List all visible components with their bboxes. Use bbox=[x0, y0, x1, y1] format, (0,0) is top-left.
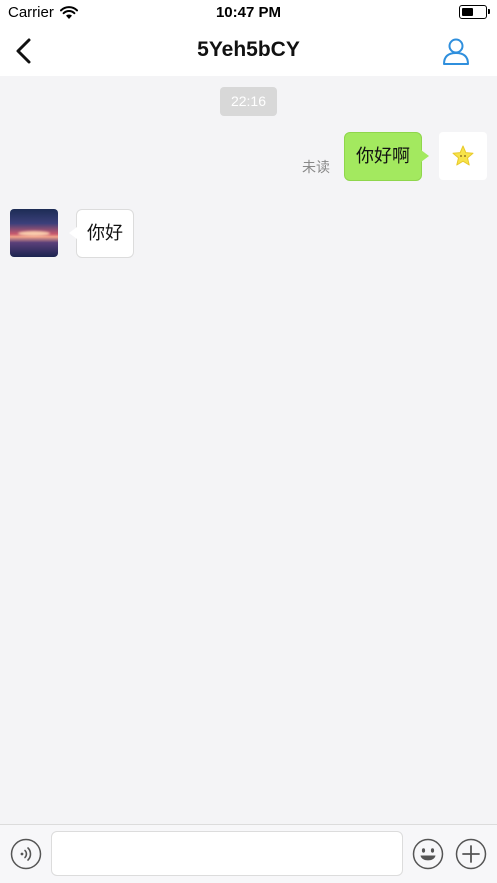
contact-avatar[interactable] bbox=[10, 209, 58, 257]
message-list[interactable]: 22:16 未读 你好啊 你好 bbox=[0, 76, 497, 824]
input-bar bbox=[0, 824, 497, 883]
status-bar: Carrier 10:47 PM bbox=[0, 0, 497, 26]
chat-screen: Carrier 10:47 PM 5Yeh5bCY 22:16 未读 你好啊 你… bbox=[0, 0, 497, 883]
back-chevron-icon[interactable] bbox=[10, 36, 40, 66]
star-icon bbox=[452, 145, 474, 166]
outgoing-message-bubble[interactable]: 你好啊 bbox=[344, 132, 429, 181]
plus-icon[interactable] bbox=[455, 838, 487, 870]
self-avatar[interactable] bbox=[439, 132, 487, 180]
battery-icon bbox=[459, 5, 490, 19]
battery-fill bbox=[462, 8, 473, 16]
unread-status: 未读 bbox=[302, 159, 330, 175]
nav-bar: 5Yeh5bCY bbox=[0, 26, 497, 76]
emoji-icon[interactable] bbox=[412, 838, 444, 870]
voice-icon[interactable] bbox=[10, 838, 42, 870]
incoming-message-bubble[interactable]: 你好 bbox=[69, 209, 134, 258]
avatar-sunset-glow bbox=[18, 231, 50, 236]
message-input[interactable] bbox=[51, 831, 403, 876]
timestamp-pill: 22:16 bbox=[220, 87, 277, 116]
chat-title: 5Yeh5bCY bbox=[197, 38, 300, 61]
status-time: 10:47 PM bbox=[215, 4, 282, 21]
user-profile-icon[interactable] bbox=[441, 36, 471, 66]
